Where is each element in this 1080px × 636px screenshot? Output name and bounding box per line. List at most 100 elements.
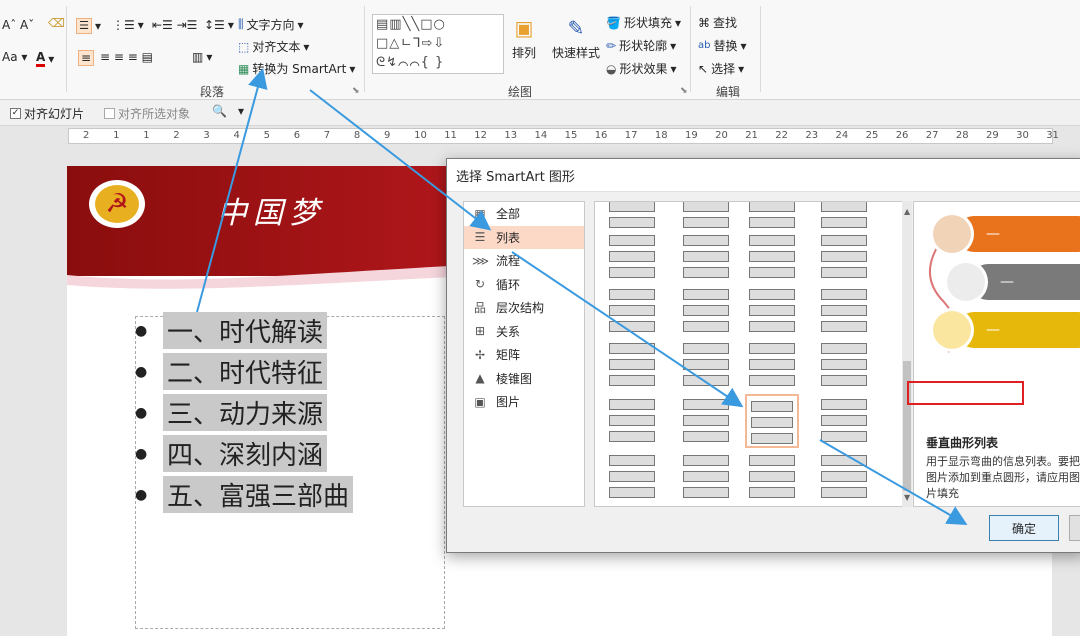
columns-button[interactable]: ▥ ▾ [192, 50, 212, 64]
layout-thumbnail[interactable] [679, 284, 733, 338]
replace-button[interactable]: ab 替换 ▾ [698, 37, 747, 54]
layout-thumbnail[interactable] [745, 450, 799, 504]
smartart-dialog: 选择 SmartArt 图形 ▦ 全部 ☰ 列表 ⋙ 流程 ↻ 循环品层次结构 ⊞ 关系 ✢ 矩阵 ▲ 棱… [446, 158, 1080, 553]
ruler-tick: 23 [805, 130, 819, 141]
preview-graphic: — — — [929, 212, 1080, 353]
ribbon: Aˆ Aˇ ⌫ Aa ▾ A ▾ ☰ ▾ ⋮☰ ▾ ⇤☰ ⇥☰ ↕☰ ▾ ≡ ≡ ≡ … [0, 0, 1080, 100]
layout-thumbnail[interactable] [745, 284, 799, 338]
bullet-text: 二、时代特征 [163, 353, 328, 390]
bullet-item[interactable]: ● 四、深刻内涵 [135, 433, 435, 474]
bullet-list[interactable]: ● 一、时代解读 ● 二、时代特征 ● 三、动力来源 ● 四、深刻内涵 ● 五、富强三部曲 [135, 310, 435, 515]
align-slide-checkbox[interactable]: ✓ 对齐幻灯片 [10, 105, 84, 122]
ruler-tick: 22 [775, 130, 789, 141]
quick-styles-button[interactable]: ✎ 快速样式 [552, 16, 600, 61]
align-left-button[interactable]: ≡ [78, 50, 95, 66]
all-icon: ▦ [474, 206, 486, 221]
bullet-dot-icon: ● [135, 363, 148, 380]
indent-buttons[interactable]: ⇤☰ ⇥☰ [152, 18, 197, 32]
bullet-text: 三、动力来源 [163, 394, 328, 431]
more-icon[interactable]: ▾ [238, 104, 244, 118]
ruler-tick: 7 [323, 130, 331, 141]
layout-thumbnail[interactable] [679, 394, 733, 448]
ruler-tick: 26 [895, 130, 909, 141]
align-text-button[interactable]: ⬚ 对齐文本 ▾ [238, 38, 309, 55]
ruler-tick: 21 [745, 130, 758, 141]
layout-thumbnail[interactable] [605, 338, 659, 392]
bullets-icon: ☰ [76, 18, 92, 34]
matrix-icon: ✢ [474, 347, 486, 362]
ruler-tick: 31 [1046, 130, 1059, 141]
layout-thumbnail[interactable] [817, 230, 871, 284]
layout-thumbnail[interactable] [605, 450, 659, 504]
bullet-item[interactable]: ● 一、时代解读 [135, 310, 435, 351]
find-button[interactable]: ⌘ 查找 [698, 14, 737, 31]
category-item[interactable]: ▦ 全部 [464, 202, 584, 226]
bullet-item[interactable]: ● 五、富强三部曲 [135, 474, 435, 515]
text-direction-button[interactable]: ⫼ 文字方向 ▾ [238, 16, 304, 33]
ruler-tick: 1 [143, 130, 150, 141]
zoom-icon[interactable]: 🔍 [212, 104, 227, 118]
category-item[interactable]: ☰ 列表 [464, 225, 584, 249]
list-icon: ☰ [474, 230, 486, 245]
dialog-titlebar[interactable]: 选择 SmartArt 图形 [447, 159, 1080, 192]
category-item[interactable]: ▲ 棱锥图 [464, 367, 584, 391]
shape-fill-button[interactable]: 🪣 形状填充 ▾ [606, 14, 681, 31]
align-icon: ≡ ≡ ≡ ▤ [100, 50, 153, 64]
grow-font-button[interactable]: Aˆ Aˇ [2, 18, 34, 32]
layout-thumbnail[interactable] [605, 284, 659, 338]
line-spacing-button[interactable]: ↕☰ ▾ [204, 18, 234, 32]
gallery-scrollbar[interactable]: ▲ ▼ [902, 201, 912, 507]
pyramid-icon: ▲ [475, 371, 485, 386]
ruler-tick: 30 [1016, 130, 1029, 141]
bullet-item[interactable]: ● 二、时代特征 [135, 351, 435, 392]
shapes-gallery[interactable]: ▤▥╲╲□○ □△ㄴ⅂⇨⇩ ᘓ↯⌒⌒{ } [372, 14, 504, 74]
layout-thumbnail[interactable] [817, 338, 871, 392]
layout-thumbnail[interactable] [817, 284, 871, 338]
paragraph-launcher-icon[interactable]: ⬊ [352, 86, 360, 96]
layout-thumbnail[interactable] [745, 338, 799, 392]
layout-thumbnail[interactable] [817, 394, 871, 448]
highlight-box [907, 381, 1024, 405]
ruler-tick: 11 [444, 130, 457, 141]
shape-effects-button[interactable]: ◒ 形状效果 ▾ [606, 60, 677, 77]
clear-format-button[interactable]: ⌫ [48, 16, 65, 32]
drawing-launcher-icon[interactable]: ⬊ [680, 86, 688, 96]
align-buttons[interactable]: ≡ ≡ ≡ ▤ [100, 50, 153, 64]
align-selected-checkbox[interactable]: 对齐所选对象 [104, 105, 190, 122]
bullet-item[interactable]: ● 三、动力来源 [135, 392, 435, 433]
category-item[interactable]: ✢ 矩阵 [464, 343, 584, 367]
change-case-button[interactable]: Aa ▾ [2, 50, 27, 64]
layout-thumbnail[interactable] [817, 450, 871, 504]
preview-pane: — — — 垂直曲形列表 用于显示弯曲的信息列表。要把图片添加到重点圆形，请应用… [913, 201, 1080, 507]
ruler-tick: 15 [564, 130, 578, 141]
layout-thumbnail[interactable] [605, 394, 659, 448]
binoculars-icon: ⌘ [698, 15, 710, 30]
arrange-button[interactable]: ▣ 排列 [512, 16, 536, 61]
layout-thumbnail[interactable] [679, 230, 733, 284]
layout-thumbnail[interactable] [745, 394, 799, 448]
cancel-button[interactable] [1069, 515, 1080, 541]
shape-outline-button[interactable]: ✏ 形状轮廓 ▾ [606, 37, 676, 54]
category-label: 关系 [496, 324, 521, 339]
category-item[interactable]: ⋙ 流程 [464, 249, 584, 273]
layout-thumbnail[interactable] [679, 450, 733, 504]
category-item[interactable]: ▣ 图片 [464, 390, 584, 414]
category-item[interactable]: 品层次结构 [464, 296, 584, 320]
convert-smartart-button[interactable]: ▦ 转换为 SmartArt ▾ [238, 60, 355, 77]
category-label: 循环 [496, 277, 521, 292]
bullet-dot-icon: ● [135, 486, 148, 503]
layout-thumbnail[interactable] [679, 338, 733, 392]
font-color-button[interactable]: A ▾ [36, 50, 54, 67]
bullets-button[interactable]: ☰ ▾ [76, 18, 101, 34]
layout-thumbnail[interactable] [745, 230, 799, 284]
bullet-text: 五、富强三部曲 [163, 476, 354, 513]
numbering-button[interactable]: ⋮☰ ▾ [112, 18, 144, 32]
ok-button[interactable]: 确定 [989, 515, 1059, 541]
ruler-tick: 1 [113, 130, 120, 141]
shapes-icon: ▤▥╲╲□○ □△ㄴ⅂⇨⇩ ᘓ↯⌒⌒{ } [376, 17, 446, 70]
layout-thumbnail[interactable] [605, 230, 659, 284]
category-item[interactable]: ↻ 循环 [464, 273, 584, 297]
category-item[interactable]: ⊞ 关系 [464, 320, 584, 344]
columns-icon: ▥ [192, 50, 204, 64]
select-button[interactable]: ↖ 选择 ▾ [698, 60, 744, 77]
